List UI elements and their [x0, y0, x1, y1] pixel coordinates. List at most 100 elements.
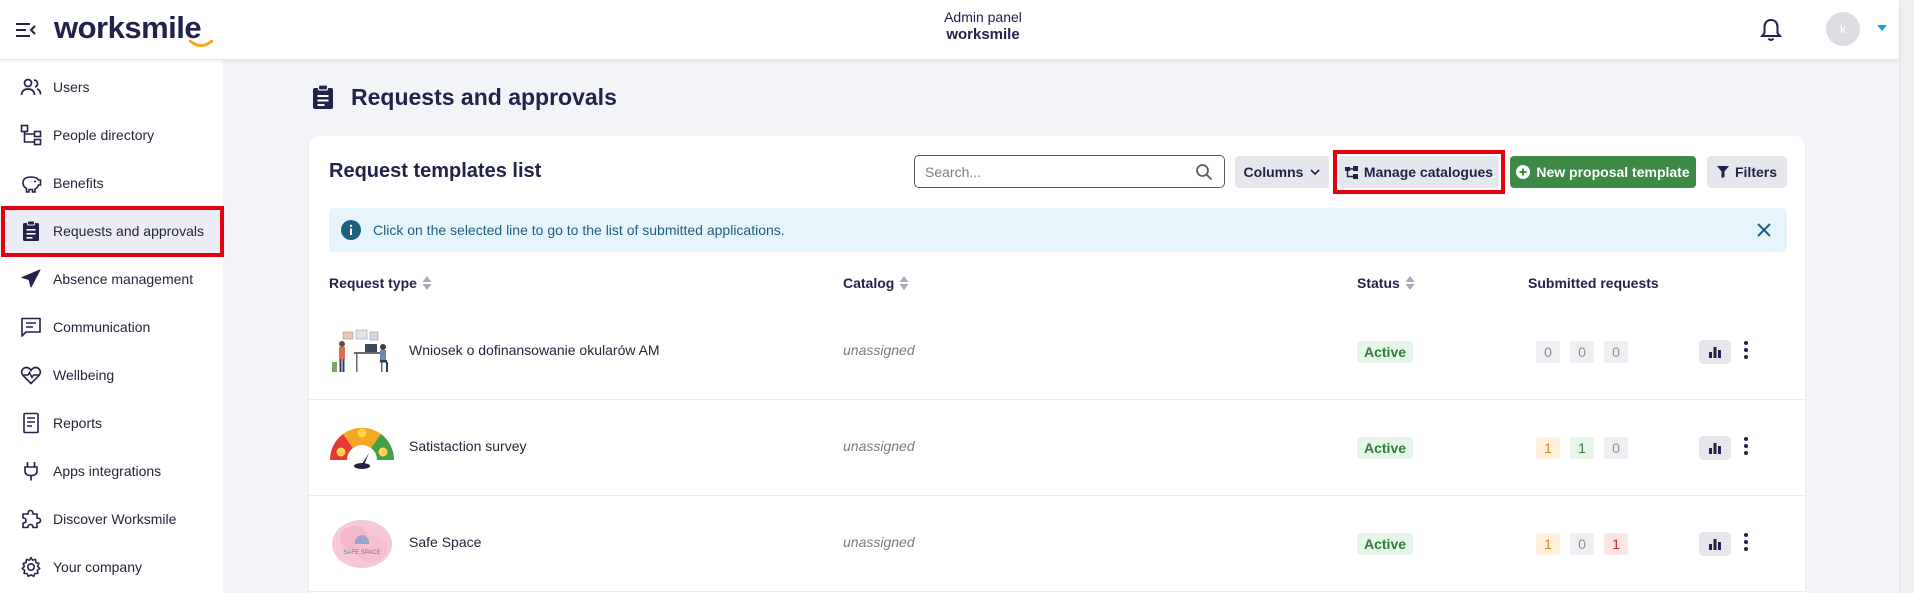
- plug-icon: [24, 462, 38, 481]
- org-chart-icon: [20, 124, 42, 146]
- hierarchy-icon: [1344, 165, 1358, 179]
- status-badge: Active: [1357, 437, 1414, 459]
- sidebar-item-users[interactable]: Users: [0, 63, 223, 111]
- message-icon: [21, 317, 41, 337]
- sidebar-item-label: Requests and approvals: [53, 223, 204, 239]
- column-header-label: Status: [1357, 275, 1400, 291]
- sidebar-item-people-directory[interactable]: People directory: [0, 111, 223, 159]
- sidebar-item-label: People directory: [53, 127, 155, 143]
- column-header-label: Request type: [329, 275, 417, 291]
- chevron-down-icon: [1310, 169, 1321, 175]
- users-icon: [20, 78, 42, 96]
- table-row[interactable]: SAFE SPACE Safe Space unassigned Active …: [309, 496, 1805, 592]
- sidebar-item-apps-integrations[interactable]: Apps integrations: [0, 447, 223, 495]
- page-title: Requests and approvals: [351, 84, 617, 110]
- count-badge-approved: 0: [1570, 533, 1594, 555]
- more-options-icon[interactable]: [1741, 530, 1751, 554]
- svg-text:SAFE SPACE: SAFE SPACE: [343, 550, 380, 556]
- count-badge-pending: 1: [1536, 437, 1560, 459]
- sidebar-item-reports[interactable]: Reports: [0, 399, 223, 447]
- status-badge: Active: [1357, 533, 1414, 555]
- clipboard-icon: [313, 84, 333, 109]
- sidebar-item-label: Your company: [53, 559, 142, 575]
- table-row[interactable]: Satistaction survey unassigned Active 1 …: [309, 400, 1805, 496]
- bar-chart-icon: [1709, 346, 1721, 358]
- info-text: Click on the selected line to go to the …: [373, 222, 785, 238]
- catalog-value: unassigned: [843, 438, 915, 454]
- card-title: Request templates list: [329, 160, 542, 182]
- admin-panel-label: Admin panel worksmile: [900, 9, 1066, 43]
- count-badge-approved: 1: [1570, 437, 1594, 459]
- count-badge-rejected: 0: [1604, 341, 1628, 363]
- count-badge-pending: 1: [1536, 533, 1560, 555]
- count-badge-rejected: 0: [1604, 437, 1628, 459]
- chevron-down-icon[interactable]: [1877, 25, 1887, 31]
- sidebar-item-absence-management[interactable]: Absence management: [0, 255, 223, 303]
- request-type-name: Wniosek o dofinansowanie okularów AM: [409, 342, 660, 358]
- sidebar-item-label: Users: [53, 79, 90, 95]
- puzzle-icon: [22, 509, 42, 529]
- search-box: [914, 155, 1225, 188]
- more-options-icon[interactable]: [1741, 338, 1751, 362]
- column-header-status[interactable]: Status: [1357, 275, 1415, 291]
- sidebar-item-label: Reports: [53, 415, 103, 431]
- new-proposal-template-label: New proposal template: [1536, 164, 1690, 180]
- search-icon[interactable]: [1195, 163, 1213, 181]
- column-header-submitted-requests: Submitted requests: [1528, 275, 1659, 291]
- sort-icon: [422, 276, 432, 290]
- sort-icon: [899, 276, 909, 290]
- bell-icon[interactable]: [1760, 18, 1782, 42]
- top-bar: worksmile Admin panel worksmile k: [0, 0, 1899, 60]
- request-type-name: Satistaction survey: [409, 438, 527, 454]
- menu-collapse-icon[interactable]: [16, 20, 36, 40]
- statistics-button[interactable]: [1699, 340, 1731, 364]
- satisfaction-gauge-icon: [329, 427, 395, 469]
- report-icon: [23, 412, 39, 434]
- office-illustration-icon: [329, 324, 395, 380]
- heart-pulse-icon: [20, 366, 42, 385]
- sidebar-item-label: Communication: [53, 319, 151, 335]
- columns-button[interactable]: Columns: [1235, 156, 1329, 188]
- new-proposal-template-button[interactable]: New proposal template: [1510, 156, 1696, 188]
- more-options-icon[interactable]: [1741, 434, 1751, 458]
- worksmile-logo[interactable]: worksmile: [54, 10, 202, 46]
- sidebar-item-communication[interactable]: Communication: [0, 303, 223, 351]
- count-badge-pending: 0: [1536, 341, 1560, 363]
- search-input[interactable]: [915, 156, 1175, 187]
- sidebar: Users People directory Benefits Requests…: [0, 60, 224, 593]
- info-banner: Click on the selected line to go to the …: [329, 208, 1787, 252]
- catalog-value: unassigned: [843, 342, 915, 358]
- safe-space-logo-icon: SAFE SPACE: [332, 520, 392, 568]
- info-icon: [341, 220, 361, 240]
- filters-button[interactable]: Filters: [1707, 156, 1787, 188]
- clipboard-icon: [23, 220, 39, 241]
- bar-chart-icon: [1709, 442, 1721, 454]
- sidebar-item-benefits[interactable]: Benefits: [0, 159, 223, 207]
- count-badge-approved: 0: [1570, 341, 1594, 363]
- columns-label: Columns: [1243, 164, 1304, 180]
- funnel-icon: [1716, 166, 1729, 178]
- sidebar-item-your-company[interactable]: Your company: [0, 543, 223, 591]
- sidebar-item-discover-worksmile[interactable]: Discover Worksmile: [0, 495, 223, 543]
- manage-catalogues-button[interactable]: Manage catalogues: [1339, 156, 1499, 188]
- airplane-icon: [21, 269, 41, 288]
- piggy-bank-icon: [22, 176, 42, 193]
- admin-panel-brand: worksmile: [946, 26, 1020, 43]
- table-row[interactable]: Wniosek o dofinansowanie okularów AM una…: [309, 304, 1805, 400]
- statistics-button[interactable]: [1699, 532, 1731, 556]
- plus-circle-icon: [1516, 165, 1531, 179]
- sidebar-item-wellbeing[interactable]: Wellbeing: [0, 351, 223, 399]
- catalog-value: unassigned: [843, 534, 915, 550]
- scrollbar[interactable]: [1899, 0, 1914, 593]
- column-header-catalog[interactable]: Catalog: [843, 275, 909, 291]
- avatar[interactable]: k: [1826, 12, 1860, 46]
- status-badge: Active: [1357, 341, 1414, 363]
- column-header-request-type[interactable]: Request type: [329, 275, 432, 291]
- close-icon[interactable]: [1755, 221, 1773, 239]
- statistics-button[interactable]: [1699, 436, 1731, 460]
- sidebar-item-requests-and-approvals[interactable]: Requests and approvals: [0, 206, 224, 257]
- gear-icon: [21, 556, 41, 578]
- sort-icon: [1405, 276, 1415, 290]
- sidebar-item-label: Benefits: [53, 175, 104, 191]
- sidebar-item-label: Wellbeing: [53, 367, 115, 383]
